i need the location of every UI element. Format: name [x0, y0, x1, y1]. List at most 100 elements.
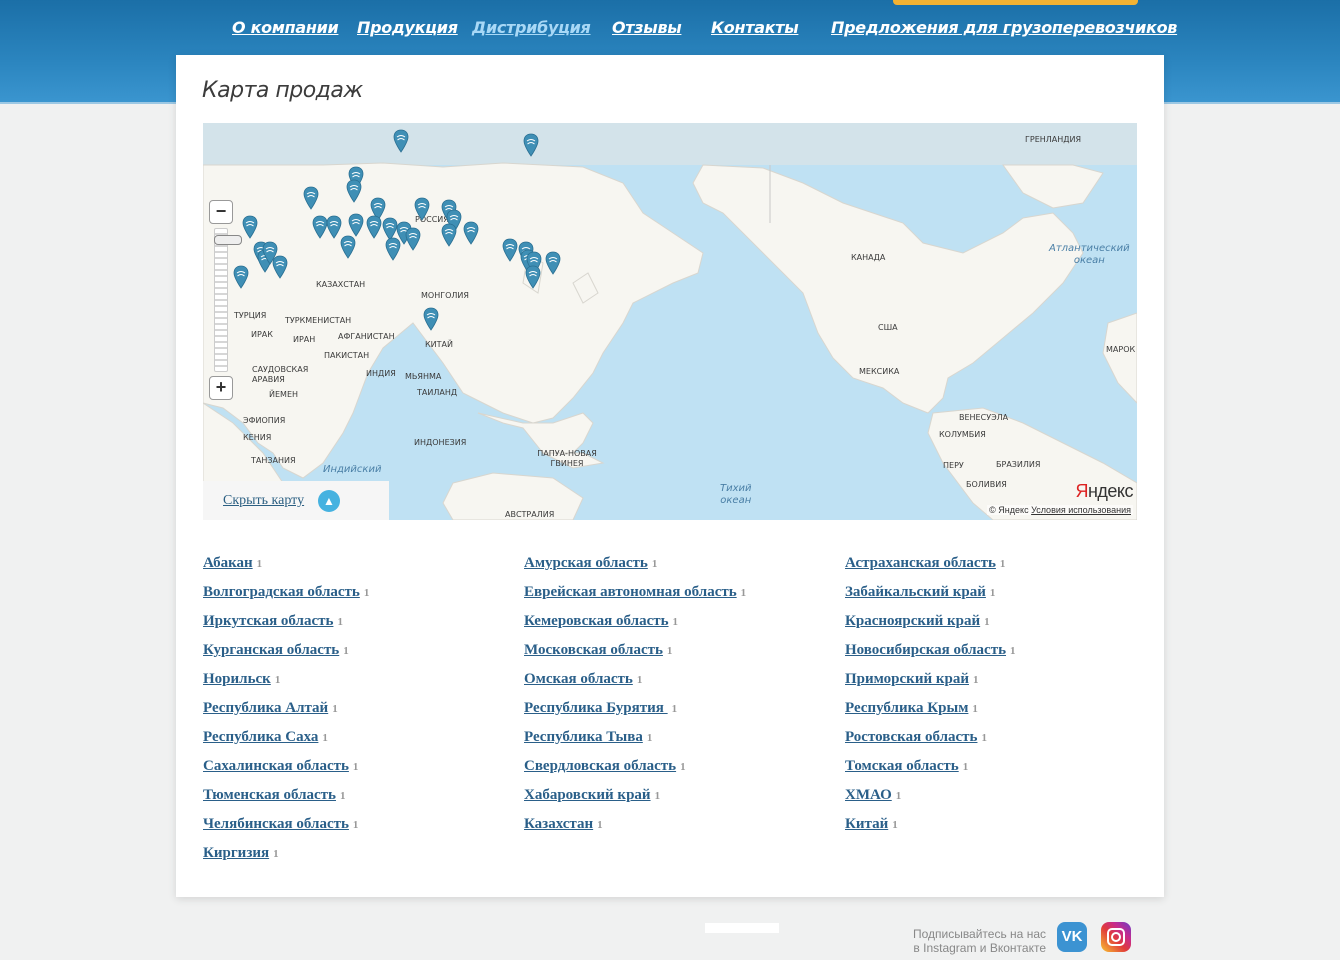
zoom-in-button[interactable]: +	[209, 376, 233, 400]
nav-carriers[interactable]: Предложения для грузоперевозчиков	[831, 18, 1177, 37]
map-marker-icon[interactable]	[272, 255, 288, 279]
chevron-up-icon[interactable]: ▲	[318, 490, 340, 512]
region-link[interactable]: ХМАО	[845, 787, 892, 803]
nav-reviews[interactable]: Отзывы	[612, 18, 682, 37]
region-item: Тюменская область 1	[203, 787, 345, 804]
region-link[interactable]: Красноярский край	[845, 613, 980, 629]
map-label-ethiopia: ЭФИОПИЯ	[243, 416, 286, 425]
nav-about[interactable]: О компании	[232, 18, 339, 37]
region-link[interactable]: Амурская область	[524, 555, 648, 571]
zoom-slider[interactable]	[214, 228, 242, 372]
hide-map-toggle[interactable]: Скрыть карту ▲	[203, 481, 389, 520]
map-copyright: © Яндекс Условия использования	[987, 505, 1133, 515]
map-marker-icon[interactable]	[414, 197, 430, 221]
map-label-indonesia: ИНДОНЕЗИЯ	[414, 438, 467, 447]
region-item: Китай 1	[845, 816, 898, 833]
map-copyright-text: © Яндекс	[989, 505, 1029, 515]
map-marker-icon[interactable]	[366, 215, 382, 239]
region-item: Астраханская область 1	[845, 555, 1005, 572]
region-count: 1	[636, 674, 643, 686]
map-marker-icon[interactable]	[441, 223, 457, 247]
region-link[interactable]: Приморский край	[845, 671, 969, 687]
map-label-greenland: ГРЕНЛАНДИЯ	[1025, 135, 1082, 144]
region-link[interactable]: Республика Алтай	[203, 700, 328, 716]
nav-contacts[interactable]: Контакты	[711, 18, 799, 37]
map-marker-icon[interactable]	[423, 307, 439, 331]
map-marker-icon[interactable]	[393, 129, 409, 153]
region-link[interactable]: Забайкальский край	[845, 584, 986, 600]
region-link[interactable]: Казахстан	[524, 816, 593, 832]
header-accent-tab[interactable]	[893, 0, 1138, 5]
hide-map-label[interactable]: Скрыть карту	[223, 493, 304, 509]
map-marker-icon[interactable]	[463, 221, 479, 245]
region-link[interactable]: Китай	[845, 816, 888, 832]
map-label-kenya: КЕНИЯ	[243, 433, 272, 442]
map-marker-icon[interactable]	[233, 265, 249, 289]
map-marker-icon[interactable]	[525, 265, 541, 289]
map-marker-icon[interactable]	[545, 251, 561, 275]
region-link[interactable]: Еврейская автономная область	[524, 584, 737, 600]
map-marker-icon[interactable]	[346, 179, 362, 203]
region-item: ХМАО 1	[845, 787, 901, 804]
yandex-logo[interactable]: Яндекс	[1075, 481, 1133, 502]
zoom-control: − +	[209, 200, 242, 400]
region-link[interactable]: Новосибирская область	[845, 642, 1006, 658]
instagram-icon[interactable]	[1101, 922, 1131, 952]
region-link[interactable]: Республика Бурятия	[524, 700, 668, 716]
region-count: 1	[322, 732, 328, 744]
vk-icon[interactable]: VK	[1057, 922, 1087, 952]
region-link[interactable]: Киргизия	[203, 845, 269, 861]
map-label-yemen: ЙЕМЕН	[269, 390, 299, 399]
region-link[interactable]: Хабаровский край	[524, 787, 651, 803]
region-item: Красноярский край 1	[845, 613, 990, 630]
map-marker-icon[interactable]	[523, 133, 539, 157]
region-link[interactable]: Курганская область	[203, 642, 339, 658]
region-link[interactable]: Челябинская область	[203, 816, 349, 832]
nav-distribution[interactable]: Дистрибуция	[472, 18, 591, 37]
region-link[interactable]: Омская область	[524, 671, 633, 687]
region-count: 1	[352, 761, 359, 773]
region-link[interactable]: Московская область	[524, 642, 663, 658]
map-marker-icon[interactable]	[340, 235, 356, 259]
region-link[interactable]: Волгоградская область	[203, 584, 360, 600]
region-link[interactable]: Томская область	[845, 758, 959, 774]
map-marker-icon[interactable]	[242, 215, 258, 239]
sales-map[interactable]: ГРЕНЛАНДИЯ РОССИЯ КАНАДА КАЗАХСТАН МОНГО…	[203, 123, 1137, 520]
region-link[interactable]: Абакан	[203, 555, 253, 571]
region-link[interactable]: Тюменская область	[203, 787, 336, 803]
map-marker-icon[interactable]	[303, 186, 319, 210]
region-link[interactable]: Республика Саха	[203, 729, 318, 745]
region-count: 1	[651, 558, 658, 570]
region-item: Республика Тыва 1	[524, 729, 652, 746]
region-count: 1	[740, 587, 747, 599]
map-label-mexico: МЕКСИКА	[859, 367, 900, 376]
region-link[interactable]: Сахалинская область	[203, 758, 349, 774]
region-link[interactable]: Республика Тыва	[524, 729, 643, 745]
map-label-saudi-arabia: САУДОВСКАЯ АРАВИЯ	[252, 365, 309, 384]
map-marker-icon[interactable]	[385, 237, 401, 261]
region-link[interactable]: Иркутская область	[203, 613, 333, 629]
region-link[interactable]: Свердловская область	[524, 758, 676, 774]
map-marker-icon[interactable]	[348, 213, 364, 237]
map-label-morocco: МАРОК	[1106, 345, 1136, 354]
region-count: 1	[646, 732, 653, 744]
region-link[interactable]: Астраханская область	[845, 555, 996, 571]
nav-products[interactable]: Продукция	[357, 18, 458, 37]
footer-strip	[705, 923, 779, 933]
region-link[interactable]: Норильск	[203, 671, 271, 687]
map-marker-icon[interactable]	[405, 227, 421, 251]
map-label-indian: Индийский	[323, 464, 382, 475]
region-item: Киргизия 1	[203, 845, 279, 862]
region-link[interactable]: Ростовская область	[845, 729, 977, 745]
region-link[interactable]: Республика Крым	[845, 700, 968, 716]
zoom-slider-handle[interactable]	[214, 235, 242, 245]
map-label-china: КИТАЙ	[425, 340, 454, 349]
map-label-afghanistan: АФГАНИСТАН	[338, 332, 395, 341]
region-link[interactable]: Кемеровская область	[524, 613, 669, 629]
main-nav: О компании Продукция Дистрибуция Отзывы …	[0, 18, 1340, 42]
map-marker-icon[interactable]	[502, 238, 518, 262]
map-terms-link[interactable]: Условия использования	[1031, 505, 1131, 515]
region-item: Сахалинская область 1	[203, 758, 358, 775]
region-count: 1	[962, 761, 969, 773]
zoom-out-button[interactable]: −	[209, 200, 233, 224]
